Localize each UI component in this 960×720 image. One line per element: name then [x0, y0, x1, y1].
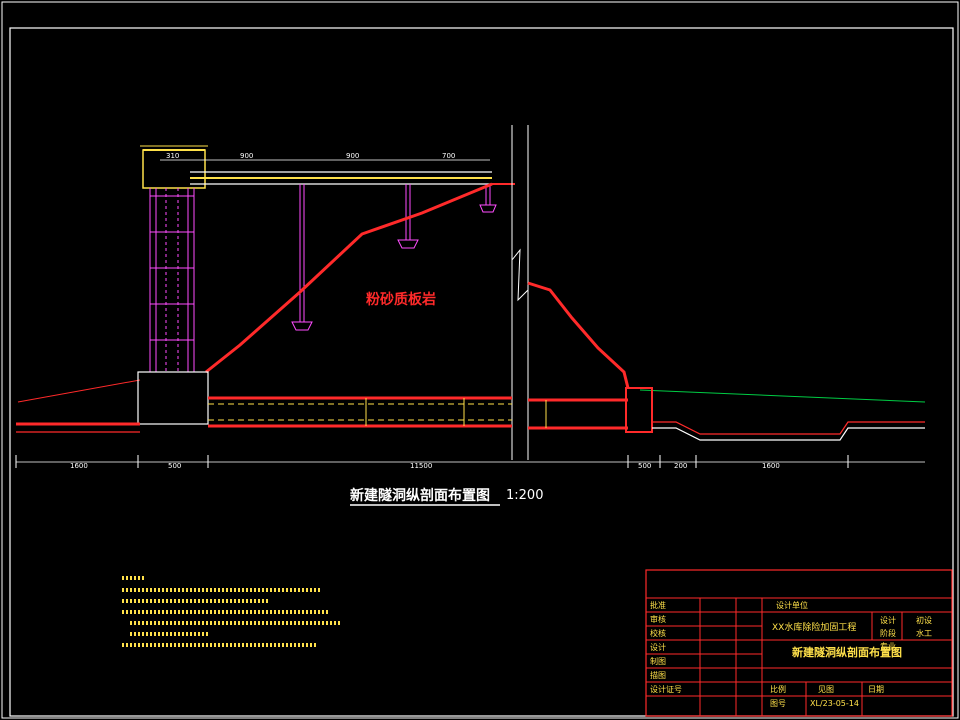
dimension-bottom: 1600 500 11500 500 200 1600: [15, 455, 925, 470]
tunnel-section: [16, 371, 925, 441]
hoist-tower: [140, 145, 208, 372]
dim-bottom-1: 1600: [70, 462, 88, 470]
tb-date-label: 日期: [868, 685, 884, 694]
tb-sheet-label: 图号: [770, 699, 786, 708]
tb-sign-3: 校核: [650, 628, 666, 638]
dim-top-1: 310: [166, 152, 179, 160]
dim-bottom-3: 11500: [410, 462, 432, 470]
dim-top-2: 900: [240, 152, 253, 160]
tb-right-1: 设计: [880, 615, 896, 625]
dim-top-4: 700: [442, 152, 455, 160]
tb-scale-value: 见图: [818, 685, 834, 694]
dim-bottom-4: 500: [638, 462, 651, 470]
notes-block: [122, 576, 340, 647]
outer-frame: [1, 1, 959, 719]
ground-profile: [17, 182, 926, 403]
tb-sheet-no: XL/23-05-14: [810, 699, 859, 708]
tb-right-5: 水工: [916, 628, 932, 638]
tb-unit-label: 设计单位: [776, 600, 808, 610]
rock-label: 粉砂质板岩: [366, 291, 436, 308]
dim-top-3: 900: [346, 152, 359, 160]
tb-sign-7: 设计证号: [650, 684, 682, 694]
tb-sign-5: 制图: [650, 656, 666, 666]
tb-sign-1: 批准: [650, 600, 666, 610]
tb-right-3: 初设: [916, 615, 932, 625]
dimension-top: 310 900 900 700: [160, 152, 490, 161]
cad-drawing-sheet: 粉砂质板岩 310 900 900 700 1600 500 11500 500…: [1, 1, 959, 719]
tb-sign-2: 审核: [650, 614, 666, 624]
dim-bottom-6: 1600: [762, 462, 780, 470]
title-block: 设计单位 XX水库除险加固工程 新建隧洞纵剖面布置图 设计 阶段 初设 专业 水…: [645, 569, 953, 717]
tb-right-2: 阶段: [880, 628, 896, 638]
tb-right-4: 专业: [880, 641, 896, 651]
tb-sign-4: 设计: [650, 642, 666, 652]
section-title: 新建隧洞纵剖面布置图: [350, 487, 490, 504]
tb-project: XX水库除险加固工程: [772, 621, 856, 633]
section-scale: 1:200: [506, 488, 543, 503]
tb-scale-label: 比例: [770, 684, 786, 694]
dim-bottom-5: 200: [674, 462, 687, 470]
break-lines: [511, 125, 529, 460]
tb-sign-6: 描图: [650, 670, 666, 680]
dim-bottom-2: 500: [168, 462, 181, 470]
